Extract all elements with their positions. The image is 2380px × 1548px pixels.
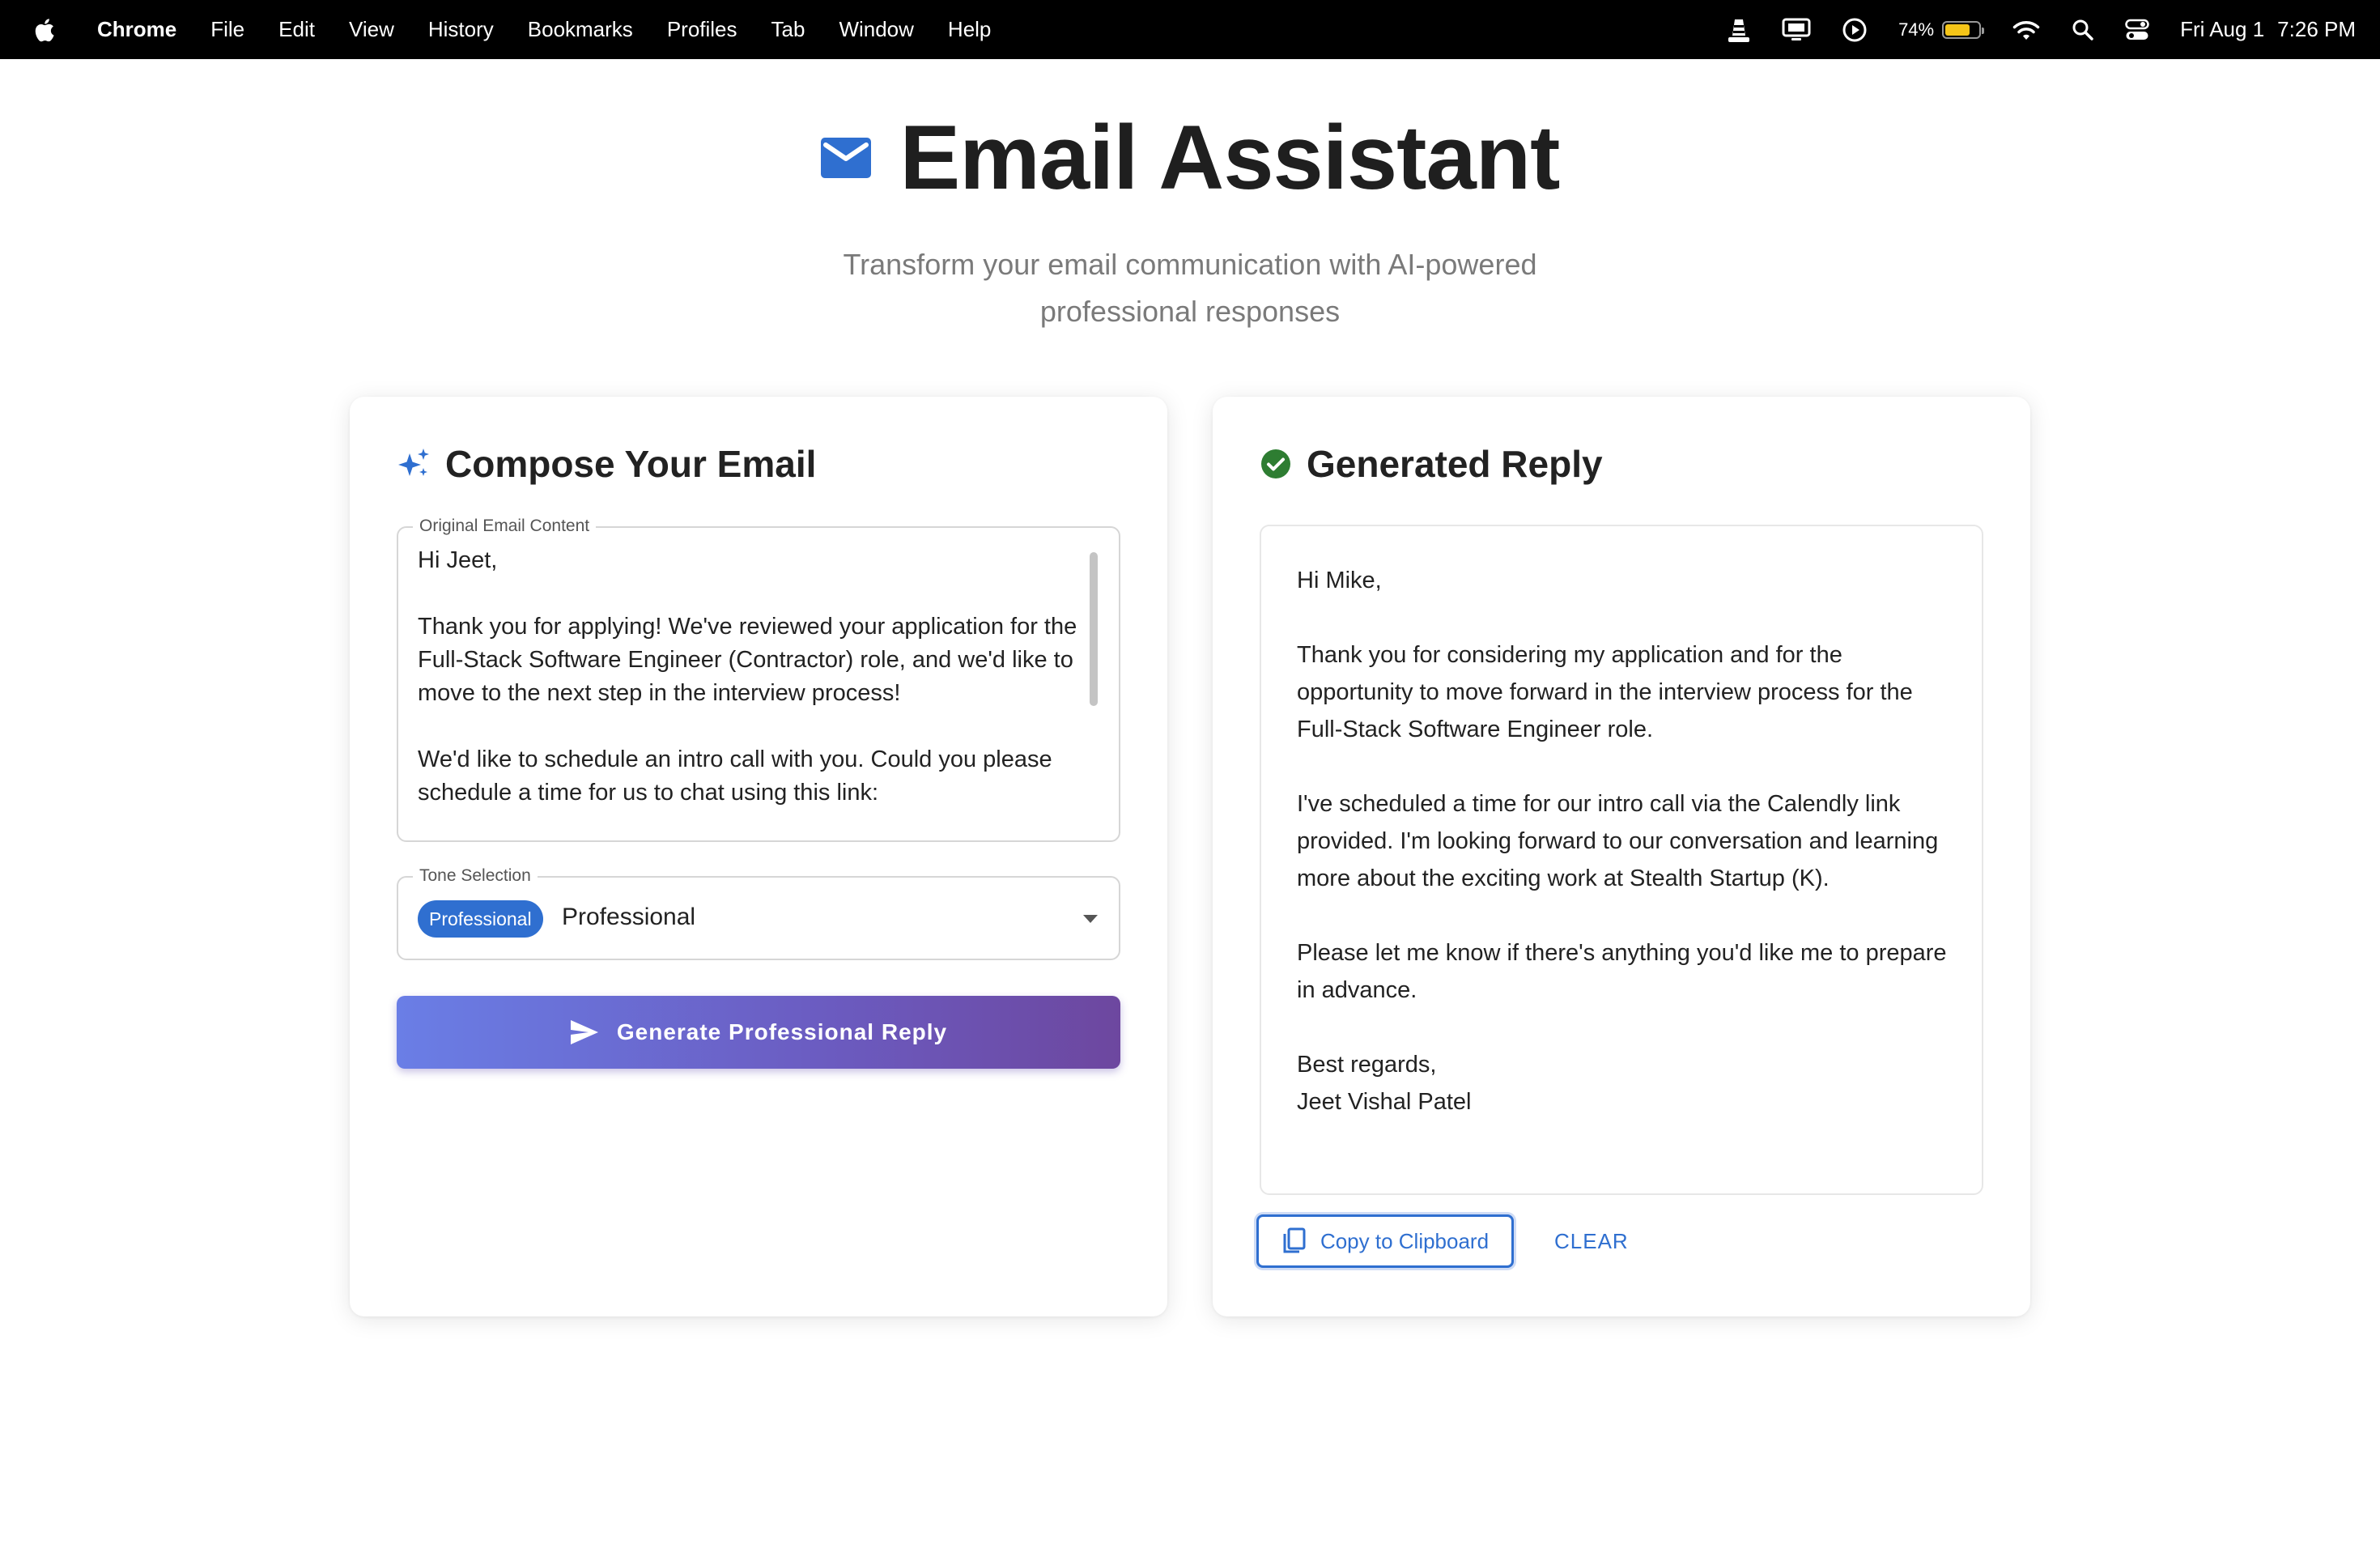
copy-icon [1283, 1227, 1306, 1253]
clock-time: 7:26 PM [2277, 17, 2356, 41]
reply-heading: Generated Reply [1307, 443, 1603, 485]
page-header: Email Assistant Transform your email com… [0, 59, 2380, 335]
generate-button-label: Generate Professional Reply [616, 1019, 948, 1044]
sparkle-icon [398, 449, 429, 476]
original-email-label: Original Email Content [413, 517, 597, 536]
menu-app-name[interactable]: Chrome [97, 17, 176, 42]
send-icon [570, 1020, 598, 1044]
menu-bookmarks[interactable]: Bookmarks [528, 17, 633, 42]
battery-percent: 74% [1898, 19, 1935, 40]
battery-fill [1945, 23, 1970, 36]
wifi-icon[interactable] [2012, 19, 2041, 41]
generated-reply-text: Hi Mike, Thank you for considering my ap… [1297, 568, 1947, 1115]
reply-card: Generated Reply Hi Mike, Thank you for c… [1213, 397, 2030, 1316]
original-email-field[interactable]: Original Email Content Hi Jeet, Thank yo… [397, 517, 1120, 842]
menu-view[interactable]: View [349, 17, 394, 42]
dropdown-arrow-icon[interactable] [1083, 915, 1098, 923]
menu-file[interactable]: File [210, 17, 244, 42]
control-center-icon[interactable] [2125, 19, 2149, 41]
clear-button[interactable]: CLEAR [1545, 1214, 1638, 1268]
mail-icon [820, 137, 871, 178]
original-email-textarea[interactable]: Hi Jeet, Thank you for applying! We've r… [418, 544, 1082, 824]
spotlight-search-icon[interactable] [2072, 19, 2094, 41]
check-circle-icon [1261, 449, 1290, 478]
menu-edit[interactable]: Edit [278, 17, 315, 42]
tone-label: Tone Selection [413, 866, 538, 886]
menu-history[interactable]: History [428, 17, 494, 42]
vlc-cone-icon[interactable] [1727, 16, 1751, 44]
apple-logo-icon[interactable] [32, 16, 55, 44]
battery-indicator[interactable]: 74% [1898, 19, 1985, 40]
compose-heading: Compose Your Email [445, 443, 817, 485]
menu-profiles[interactable]: Profiles [667, 17, 737, 42]
menubar-clock[interactable]: Fri Aug 1 7:26 PM [2180, 17, 2356, 42]
battery-icon [1942, 20, 1985, 39]
menu-bar: Chrome File Edit View History Bookmarks … [0, 0, 2380, 59]
menu-window[interactable]: Window [839, 17, 913, 42]
generate-reply-button[interactable]: Generate Professional Reply [397, 996, 1120, 1069]
copy-button-label: Copy to Clipboard [1320, 1228, 1490, 1253]
play-circle-icon[interactable] [1842, 17, 1868, 43]
textarea-scrollbar[interactable] [1090, 552, 1098, 706]
copy-to-clipboard-button[interactable]: Copy to Clipboard [1256, 1214, 1514, 1268]
page-subtitle: Transform your email communication with … [843, 248, 1537, 329]
menu-tab[interactable]: Tab [771, 17, 805, 42]
menu-help[interactable]: Help [948, 17, 991, 42]
tone-select[interactable]: Tone Selection Professional Professional [397, 866, 1120, 960]
clock-date: Fri Aug 1 [2180, 17, 2265, 41]
generated-reply-box: Hi Mike, Thank you for considering my ap… [1260, 525, 1983, 1195]
tone-chip: Professional [418, 900, 543, 938]
display-icon[interactable] [1782, 18, 1811, 42]
compose-card: Compose Your Email Original Email Conten… [350, 397, 1167, 1316]
tone-selected-value: Professional [562, 904, 696, 930]
page-title: Email Assistant [899, 107, 1561, 208]
